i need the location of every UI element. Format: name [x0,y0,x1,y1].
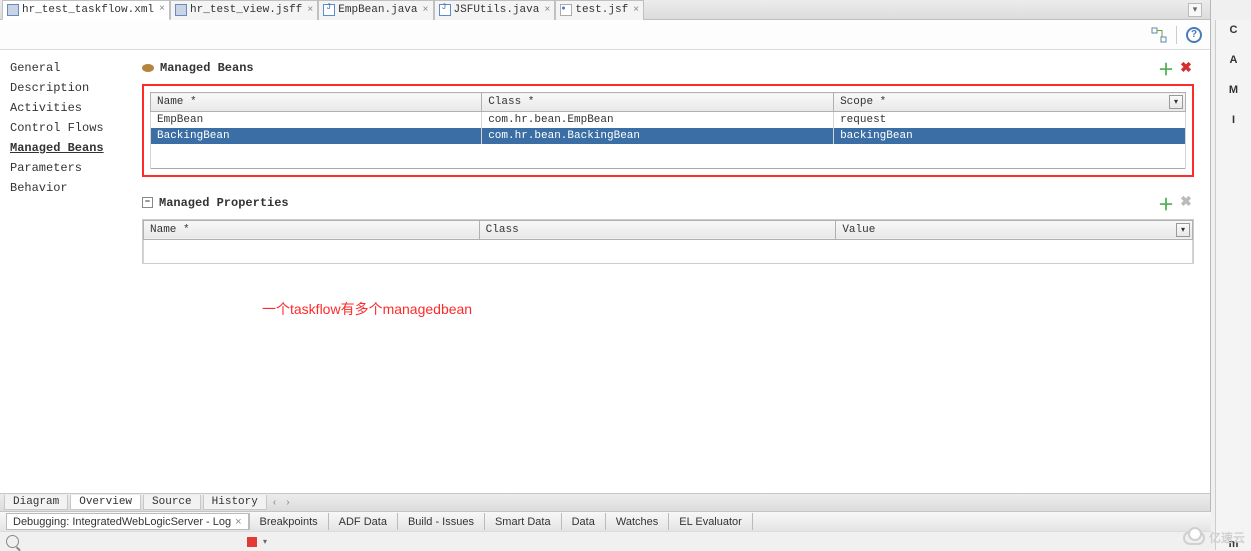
xml-file-icon [7,4,19,16]
stop-icon[interactable] [247,537,257,547]
search-icon [6,535,19,548]
right-tool-strip: C A M I m [1215,20,1251,550]
table-row[interactable]: EmpBean com.hr.bean.EmpBean request [151,112,1186,129]
tab-overview[interactable]: Overview [70,495,141,510]
java-file-icon [323,4,335,16]
jsf-file-icon [560,4,572,16]
tab-list-button[interactable]: ▾ [1188,3,1202,17]
debug-panel-tabs: Debugging: IntegratedWebLogicServer - Lo… [0,511,1211,531]
java-file-icon [439,4,451,16]
debug-tab-el-evaluator[interactable]: EL Evaluator [668,513,752,530]
col-scope[interactable]: Scope *▾ [834,93,1186,112]
sidebar-item-managed-beans[interactable]: Managed Beans [0,138,126,158]
editor-tab[interactable]: JSFUtils.java × [434,0,556,20]
managed-beans-table: Name * Class * Scope *▾ EmpBean com.hr.b… [150,92,1186,169]
tab-label: hr_test_view.jsff [190,4,302,16]
debug-tab-data[interactable]: Data [561,513,605,530]
palette-letter[interactable]: C [1230,24,1238,36]
delete-property-button: ✖ [1178,195,1194,211]
sidebar-item-activities[interactable]: Activities [0,98,126,118]
close-icon[interactable]: × [159,4,165,15]
xml-file-icon [175,4,187,16]
col-class[interactable]: Class * [482,93,834,112]
cloud-icon [1183,531,1205,545]
help-icon[interactable]: ? [1186,27,1202,43]
debug-tab-adf-data[interactable]: ADF Data [328,513,397,530]
editor-tab[interactable]: hr_test_view.jsff × [170,0,318,20]
collapse-icon[interactable]: − [142,197,153,208]
add-property-button[interactable]: ＋ [1158,195,1174,211]
delete-bean-button[interactable]: ✖ [1178,60,1194,76]
tab-label: JSFUtils.java [454,4,540,16]
editor-tab[interactable]: hr_test_taskflow.xml × [2,0,170,20]
editor-tab-strip: hr_test_taskflow.xml × hr_test_view.jsff ×… [0,0,1210,20]
table-row[interactable]: BackingBean com.hr.bean.BackingBean back… [151,128,1186,144]
search-bar: ▾ [0,531,1211,551]
debug-tab-smart-data[interactable]: Smart Data [484,513,561,530]
editor-tab[interactable]: EmpBean.java × [318,0,433,20]
tab-label: EmpBean.java [338,4,417,16]
col-name[interactable]: Name * [144,220,480,239]
editor-view-tabs: Diagram Overview Source History ‹ › [0,493,1210,511]
watermark: 亿速云 [1183,529,1245,546]
sidebar-item-description[interactable]: Description [0,78,126,98]
col-name[interactable]: Name * [151,93,482,112]
chevron-left-icon[interactable]: ‹ [269,497,280,508]
tab-history[interactable]: History [203,495,267,510]
add-bean-button[interactable]: ＋ [1158,60,1174,76]
close-icon[interactable]: × [423,5,429,16]
managed-beans-panel: Managed Beans ＋ ✖ Name * Class * Scope *… [126,50,1210,493]
close-icon[interactable]: × [307,5,313,16]
debug-log-tab[interactable]: Debugging: IntegratedWebLogicServer - Lo… [6,513,249,530]
tab-source[interactable]: Source [143,495,201,510]
annotation-text: 一个taskflow有多个managedbean [262,299,1194,319]
sidebar-item-general[interactable]: General [0,58,126,78]
section-title: Managed Beans [160,61,254,75]
search-input[interactable] [25,536,225,548]
palette-letter[interactable]: A [1230,54,1238,66]
tab-diagram[interactable]: Diagram [4,495,68,510]
sidebar-item-behavior[interactable]: Behavior [0,178,126,198]
chevron-right-icon[interactable]: › [282,497,293,508]
editor-tab[interactable]: test.jsf × [555,0,644,20]
dropdown-arrow-icon[interactable]: ▾ [1169,95,1183,109]
close-icon[interactable]: × [235,516,241,528]
col-value[interactable]: Value▾ [836,220,1193,239]
debug-tab-watches[interactable]: Watches [605,513,668,530]
bean-icon [142,64,154,72]
palette-letter[interactable]: M [1229,84,1238,96]
overview-sidebar: General Description Activities Control F… [0,50,126,493]
palette-letter[interactable]: I [1232,114,1235,126]
debug-tab-build-issues[interactable]: Build - Issues [397,513,484,530]
section-title: Managed Properties [159,196,289,210]
col-class[interactable]: Class [479,220,836,239]
sidebar-item-parameters[interactable]: Parameters [0,158,126,178]
close-icon[interactable]: × [633,5,639,16]
link-diagram-icon[interactable] [1151,27,1167,43]
debug-tab-breakpoints[interactable]: Breakpoints [249,513,328,530]
dropdown-arrow-icon[interactable]: ▾ [1176,223,1190,237]
highlighted-region: Name * Class * Scope *▾ EmpBean com.hr.b… [142,84,1194,177]
close-icon[interactable]: × [544,5,550,16]
dropdown-arrow-icon[interactable]: ▾ [263,537,267,546]
tab-label: test.jsf [575,4,628,16]
managed-properties-table: Name * Class Value▾ [143,220,1193,264]
tab-label: hr_test_taskflow.xml [22,4,154,16]
editor-toolbar: ? [0,20,1210,50]
sidebar-item-control-flows[interactable]: Control Flows [0,118,126,138]
